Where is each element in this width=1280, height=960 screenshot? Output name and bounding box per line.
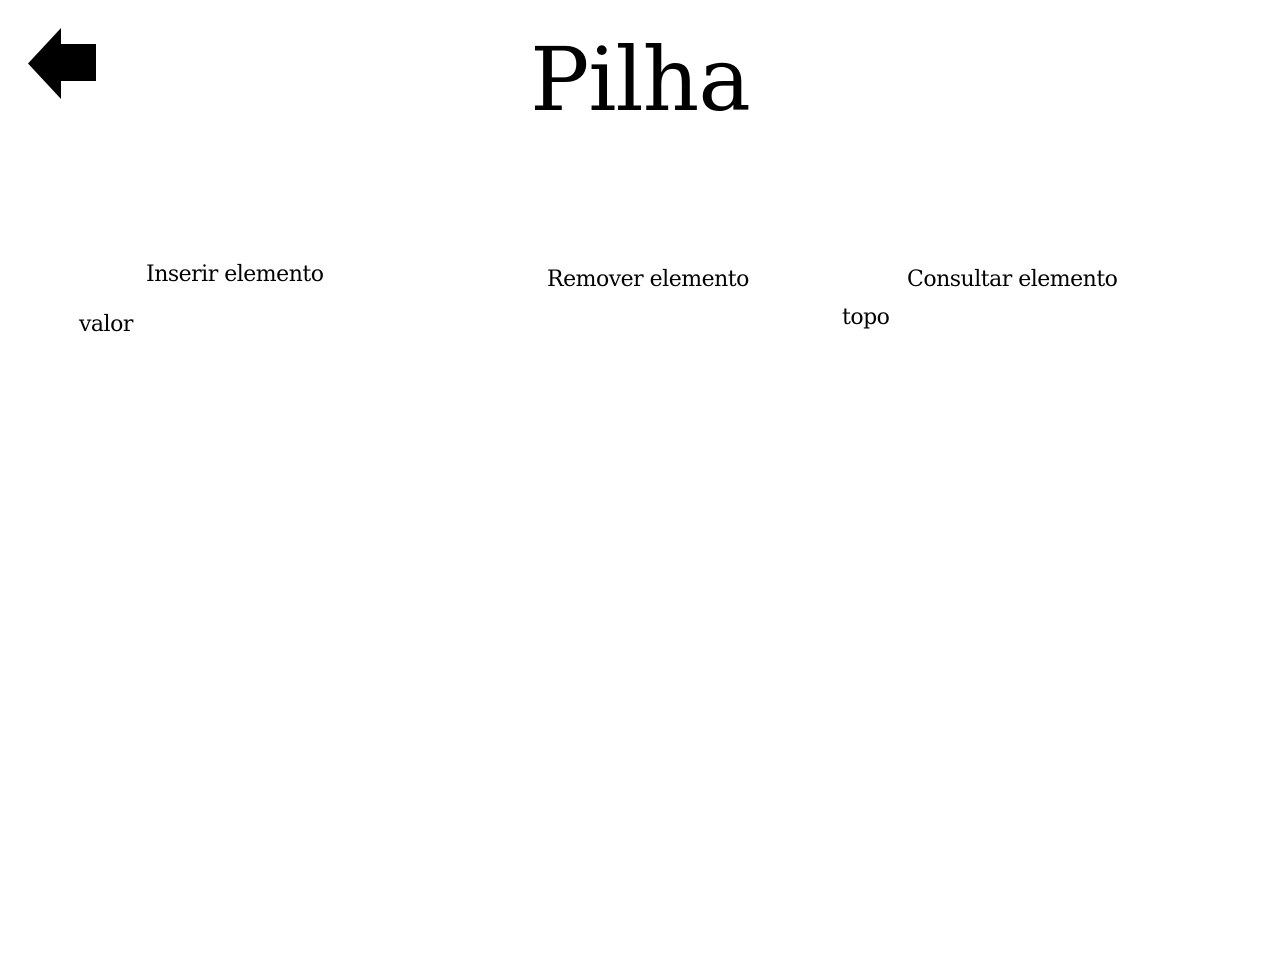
insert-element-button[interactable]: Inserir elemento bbox=[146, 264, 324, 286]
top-label: topo bbox=[842, 305, 890, 330]
value-label: valor bbox=[79, 312, 133, 337]
remove-element-button[interactable]: Remover elemento bbox=[547, 269, 749, 291]
peek-element-button[interactable]: Consultar elemento bbox=[907, 269, 1118, 291]
page-title: Pilha bbox=[530, 28, 751, 131]
